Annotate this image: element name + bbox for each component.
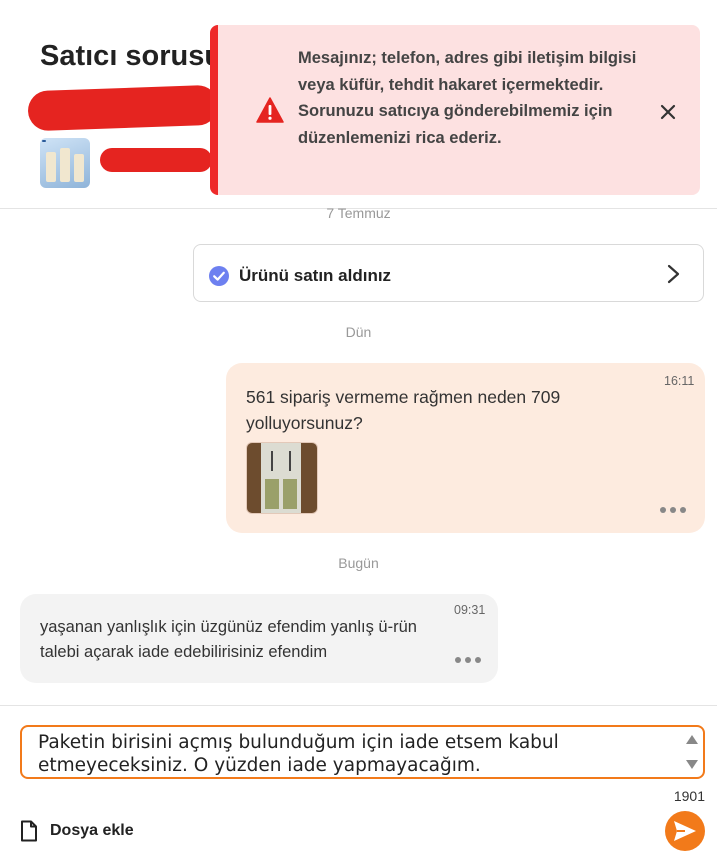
textarea-scroll-arrows[interactable] — [685, 733, 699, 771]
redacted-product-name — [100, 148, 212, 172]
message-composer: Paketin birisini açmış bulunduğum için i… — [0, 705, 717, 868]
product-thumbnail[interactable] — [40, 138, 90, 188]
message-time: 09:31 — [454, 603, 486, 617]
more-options-icon[interactable] — [659, 505, 687, 515]
character-counter: 1901 — [673, 788, 705, 804]
message-image[interactable] — [246, 442, 318, 514]
message-input-text[interactable]: Paketin birisini açmış bulunduğum için i… — [38, 731, 678, 777]
purchase-label: Ürünü satın aldınız — [239, 266, 392, 285]
purchase-card[interactable]: Ürünü satın aldınız — [193, 244, 704, 302]
file-icon — [21, 820, 37, 842]
page-title: Satıcı sorusu — [40, 40, 223, 72]
product-thumbnail-badge — [42, 140, 46, 142]
message-time: 16:11 — [664, 374, 695, 388]
date-separator: 7 Temmuz — [326, 205, 391, 221]
outgoing-message: 16:11 561 sipariş vermeme rağmen neden 7… — [226, 363, 705, 533]
chevron-right-icon — [667, 264, 680, 284]
warning-icon — [256, 97, 284, 123]
message-input[interactable]: Paketin birisini açmış bulunduğum için i… — [20, 725, 705, 779]
check-circle-icon — [209, 266, 229, 286]
incoming-message: 09:31 yaşanan yanlışlık için üzgünüz efe… — [20, 594, 498, 683]
date-separator: Bugün — [338, 555, 379, 571]
date-separator: Dün — [345, 324, 372, 340]
send-button[interactable] — [665, 811, 705, 851]
message-text: yaşanan yanlışlık için üzgünüz efendim y… — [40, 618, 417, 661]
send-icon — [674, 821, 696, 841]
close-icon[interactable] — [654, 98, 682, 126]
error-alert: Mesajınız; telefon, adres gibi iletişim … — [210, 25, 700, 195]
attach-file-label: Dosya ekle — [50, 822, 134, 839]
redacted-seller-name — [27, 84, 219, 132]
more-options-icon[interactable] — [454, 655, 482, 665]
message-text: 561 sipariş vermeme rağmen neden 709 yol… — [246, 387, 561, 433]
alert-message: Mesajınız; telefon, adres gibi iletişim … — [298, 49, 637, 147]
